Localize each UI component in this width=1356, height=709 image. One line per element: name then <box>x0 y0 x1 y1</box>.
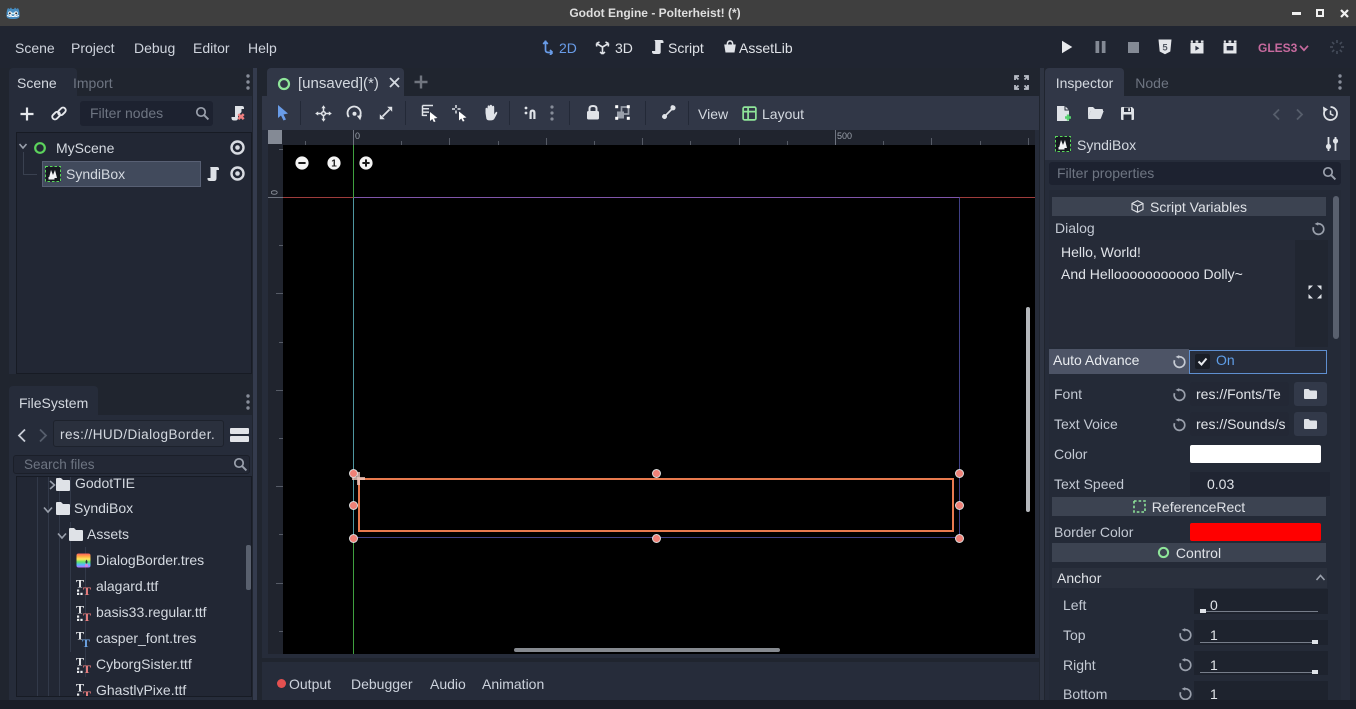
svg-text:T: T <box>83 584 91 595</box>
svg-text:T: T <box>82 636 90 647</box>
svg-text:T: T <box>83 688 91 696</box>
svg-text:T: T <box>83 610 91 621</box>
svg-text:1: 1 <box>331 159 337 170</box>
svg-text:T: T <box>83 662 91 673</box>
svg-text:5: 5 <box>1162 42 1168 53</box>
